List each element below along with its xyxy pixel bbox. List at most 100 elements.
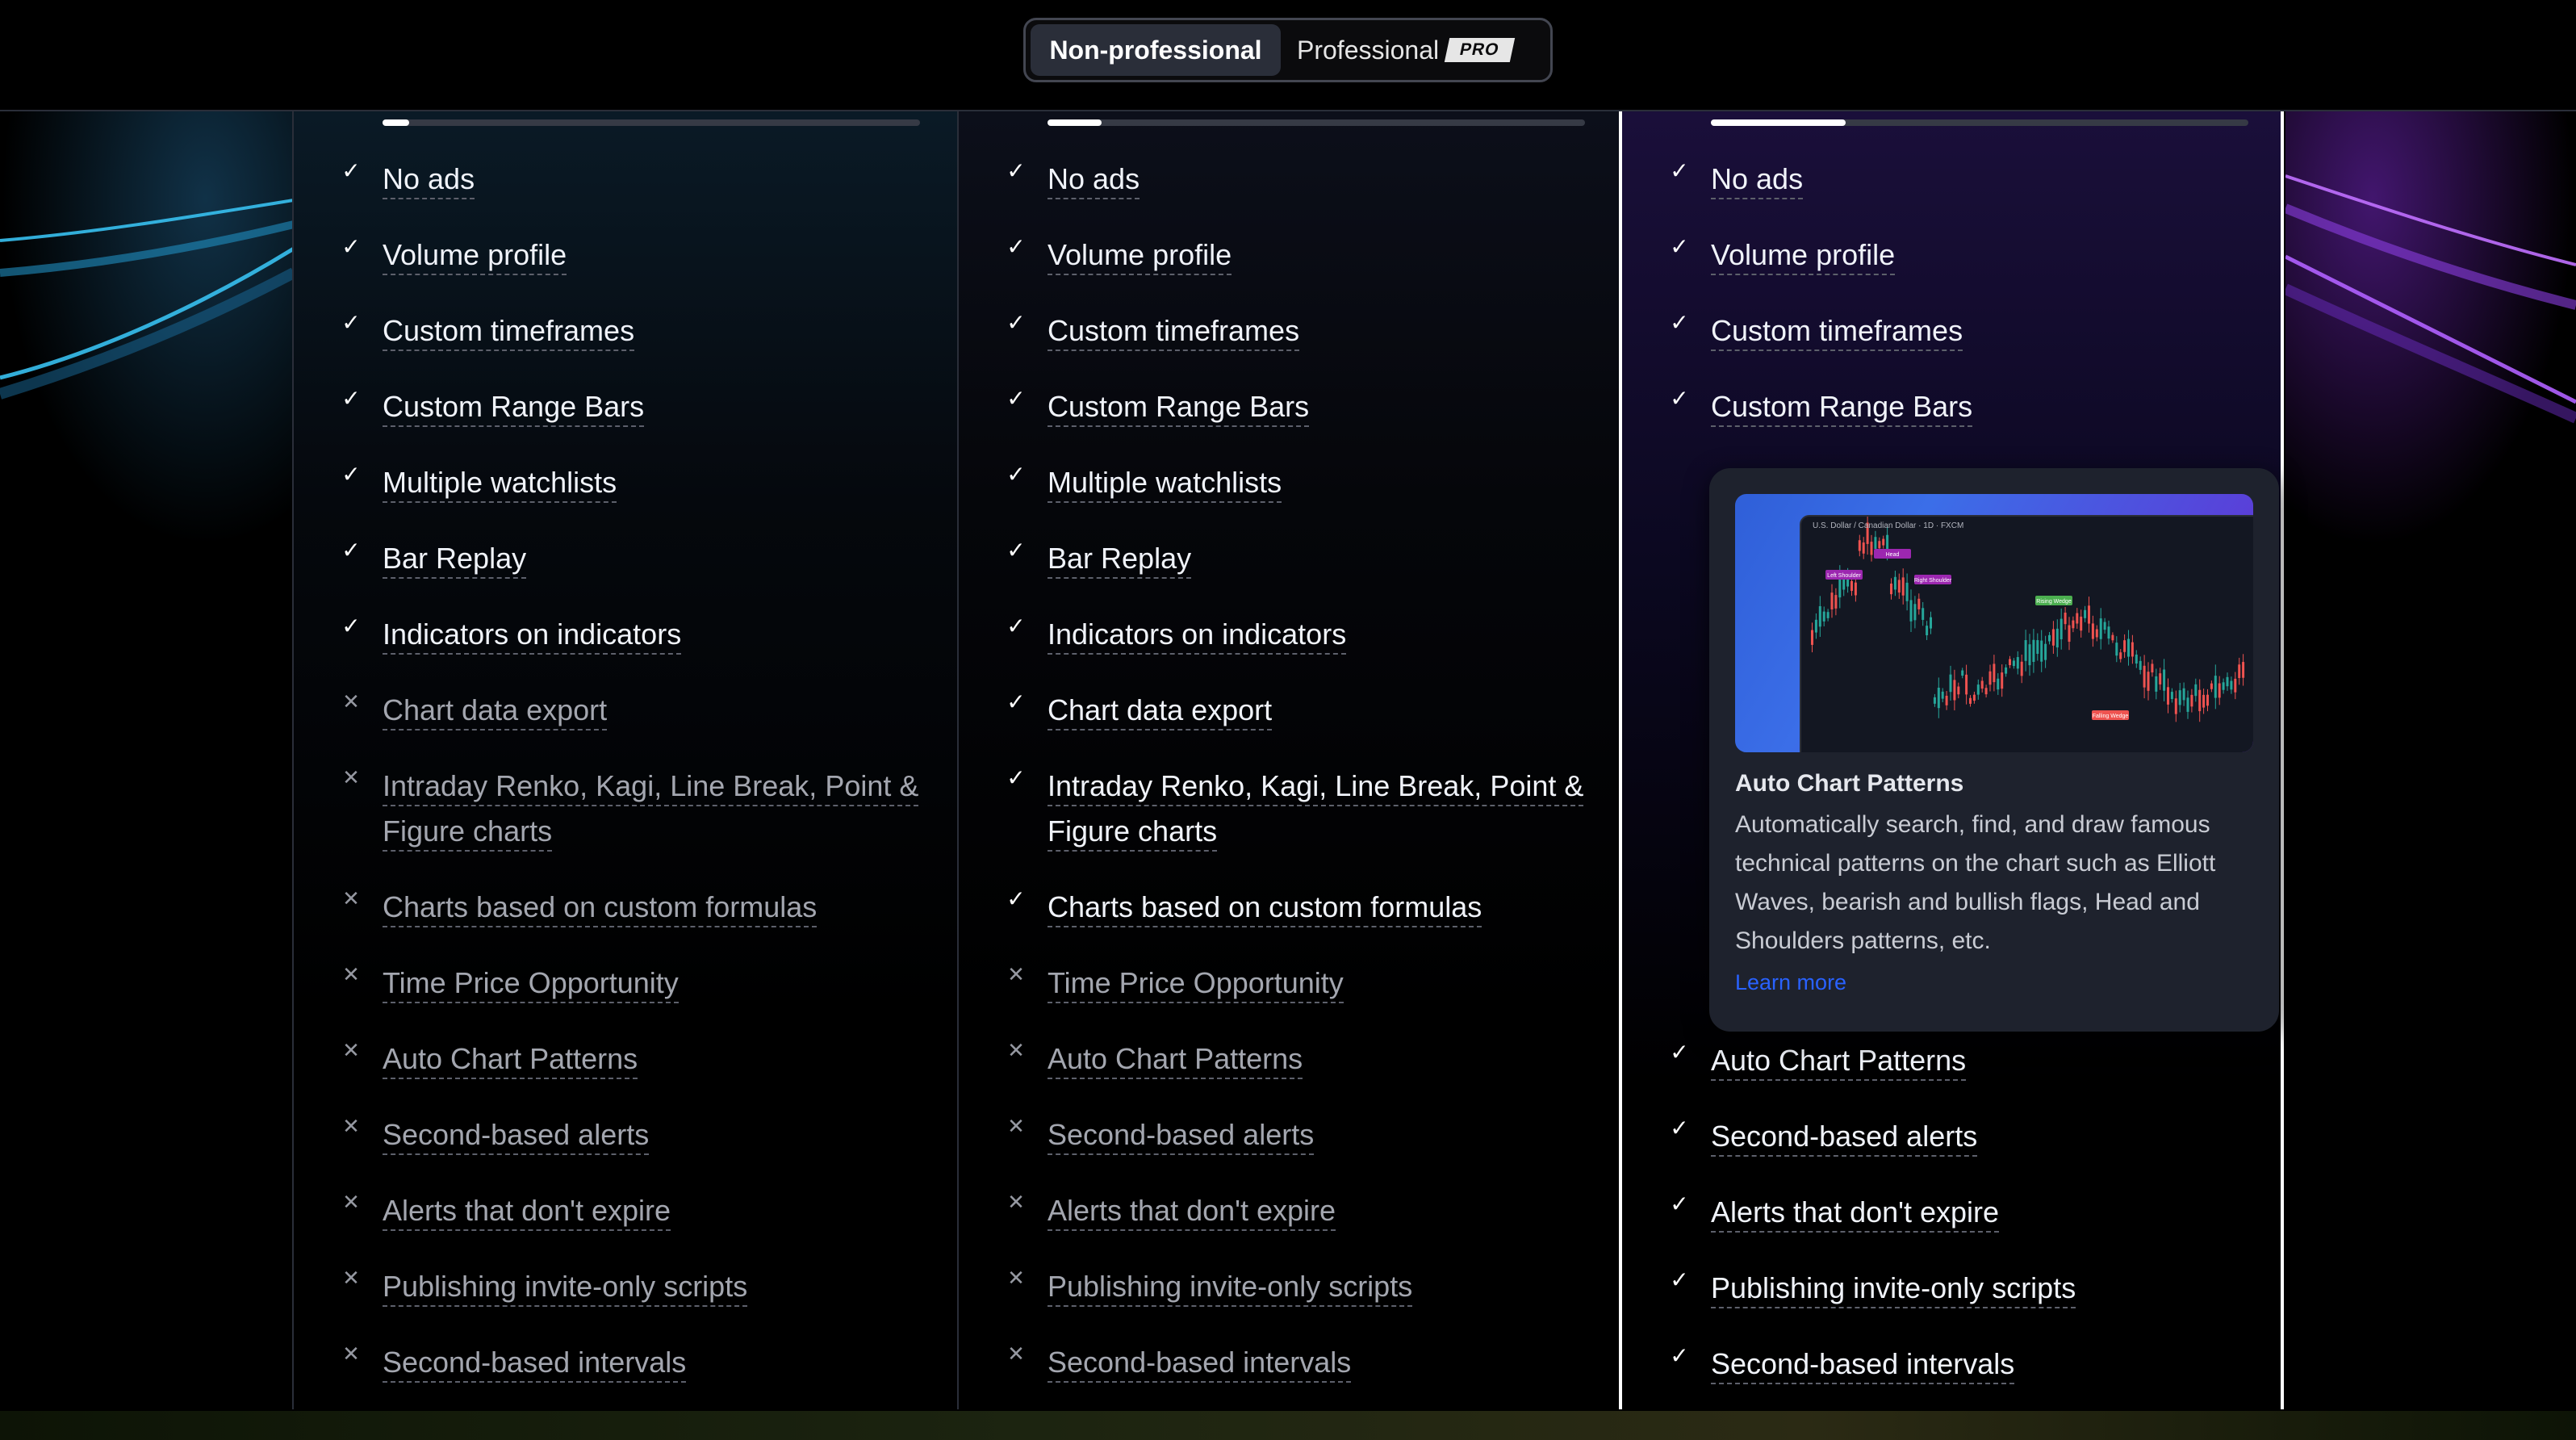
candle-body xyxy=(2072,620,2075,629)
candle-body xyxy=(2131,642,2134,657)
feature-label-text: Custom Range Bars xyxy=(383,390,645,427)
feature-label[interactable]: Alerts that don't expire xyxy=(1711,1190,2260,1235)
feature-label-text: Publishing invite-only scripts xyxy=(1048,1270,1413,1307)
candle-body xyxy=(2198,689,2202,712)
candle-body xyxy=(2088,605,2090,624)
feature-label[interactable]: Auto Chart Patterns xyxy=(1048,1036,1596,1082)
feature-label[interactable]: No ads xyxy=(383,157,931,202)
candle-body xyxy=(1926,626,1929,636)
feature-label[interactable]: Custom Range Bars xyxy=(1711,384,2260,429)
tooltip-preview-image: U.S. Dollar / Canadian Dollar · 1D · FXC… xyxy=(1735,494,2253,752)
feature-label[interactable]: Custom Range Bars xyxy=(383,384,931,429)
candle-body xyxy=(2186,697,2189,712)
check-icon: ✓ xyxy=(341,461,361,487)
non-professional-tab[interactable]: Non-professional xyxy=(1031,24,1281,76)
feature-row: ✕ Second-based intervals xyxy=(959,1340,1619,1388)
feature-row: ✓ Custom timeframes xyxy=(959,308,1619,357)
feature-label[interactable]: Second-based intervals xyxy=(1048,1340,1596,1385)
feature-label-text: Volume profile xyxy=(383,238,567,275)
feature-label[interactable]: No ads xyxy=(1711,157,2260,202)
feature-label-text: Second-based alerts xyxy=(1711,1120,1978,1157)
candle-body xyxy=(2226,676,2229,687)
feature-label[interactable]: Chart data export xyxy=(1048,688,1596,733)
learn-more-link[interactable]: Learn more xyxy=(1735,970,1846,995)
candle-body xyxy=(1905,582,1909,601)
feature-label[interactable]: Custom timeframes xyxy=(383,308,931,354)
feature-label[interactable]: Alerts that don't expire xyxy=(1048,1188,1596,1233)
candle-body xyxy=(1913,604,1917,621)
feature-label[interactable]: Second-based intervals xyxy=(383,1340,931,1385)
feature-label[interactable]: Publishing invite-only scripts xyxy=(383,1264,931,1309)
candle-body xyxy=(2048,634,2051,642)
feature-label[interactable]: Charts based on custom formulas xyxy=(1048,885,1596,930)
feature-label[interactable]: Second-based alerts xyxy=(1711,1114,2260,1159)
check-icon: ✓ xyxy=(341,613,361,638)
feature-label[interactable]: Chart data export xyxy=(383,688,931,733)
feature-label[interactable]: Custom timeframes xyxy=(1048,308,1596,354)
feature-label[interactable]: Time Price Opportunity xyxy=(383,961,931,1006)
cross-icon: ✕ xyxy=(1007,1113,1025,1138)
candle-body xyxy=(1988,671,1992,685)
feature-label[interactable]: Indicators on indicators xyxy=(1048,612,1596,657)
tooltip-title: Auto Chart Patterns xyxy=(1735,770,1964,797)
feature-label[interactable]: Multiple watchlists xyxy=(1048,460,1596,505)
feature-label-text: Time Price Opportunity xyxy=(383,966,679,1003)
feature-label[interactable]: Volume profile xyxy=(383,232,931,278)
feature-label[interactable]: Custom Range Bars xyxy=(1048,384,1596,429)
feature-label[interactable]: Indicators on indicators xyxy=(383,612,931,657)
feature-label-text: Bar Replay xyxy=(383,542,527,579)
candle-body xyxy=(1957,686,1960,695)
feature-label[interactable]: Custom timeframes xyxy=(1711,308,2260,354)
feature-label[interactable]: Auto Chart Patterns xyxy=(1711,1038,2260,1083)
candle-body xyxy=(1976,684,1980,695)
feature-row: ✓ Custom timeframes xyxy=(294,308,957,357)
candle-body xyxy=(2159,673,2162,684)
feature-row: ✓ No ads xyxy=(1622,157,2281,205)
candle-body xyxy=(2001,672,2004,689)
feature-label[interactable]: Auto Chart Patterns xyxy=(383,1036,931,1082)
candle-body xyxy=(2234,678,2237,693)
feature-label[interactable]: Second-based intervals xyxy=(1711,1342,2260,1387)
feature-label[interactable]: Intraday Renko, Kagi, Line Break, Point … xyxy=(1048,764,1596,854)
candle-body xyxy=(2103,622,2106,630)
professional-tab[interactable]: Professional PRO xyxy=(1297,24,1539,76)
check-icon: ✓ xyxy=(1006,233,1026,259)
cross-icon: ✕ xyxy=(1007,1341,1025,1366)
feature-label-text: Multiple watchlists xyxy=(1048,466,1282,503)
decorative-glow-right xyxy=(2285,111,2576,547)
feature-label[interactable]: Volume profile xyxy=(1711,232,2260,278)
candle-body xyxy=(2194,684,2198,697)
feature-label[interactable]: Alerts that don't expire xyxy=(383,1188,931,1233)
feature-label-text: Volume profile xyxy=(1711,238,1896,275)
feature-label-text: Second-based intervals xyxy=(1048,1346,1352,1383)
cross-icon: ✕ xyxy=(342,1265,360,1290)
feature-label[interactable]: Time Price Opportunity xyxy=(1048,961,1596,1006)
tier-progress-bar xyxy=(1048,119,1585,126)
feature-label[interactable]: Bar Replay xyxy=(383,536,931,581)
feature-label[interactable]: Publishing invite-only scripts xyxy=(1711,1266,2260,1311)
candle-body xyxy=(2084,609,2087,618)
feature-label[interactable]: Charts based on custom formulas xyxy=(383,885,931,930)
candle-body xyxy=(2028,644,2031,666)
feature-label[interactable]: No ads xyxy=(1048,157,1596,202)
feature-label[interactable]: Bar Replay xyxy=(1048,536,1596,581)
check-icon: ✓ xyxy=(1670,1342,1689,1368)
preview-chart-svg: Head Left Shoulder Right Shoulder Rising We… xyxy=(1811,512,2245,722)
candle-body xyxy=(2051,629,2055,646)
candle-body xyxy=(2210,683,2213,689)
feature-label[interactable]: Publishing invite-only scripts xyxy=(1048,1264,1596,1309)
check-icon: ✓ xyxy=(1006,157,1026,183)
feature-label[interactable]: Volume profile xyxy=(1048,232,1596,278)
candle-body xyxy=(1850,580,1853,592)
pro-badge: PRO xyxy=(1444,38,1515,62)
feature-row: ✓ Chart data export xyxy=(959,688,1619,736)
feature-label[interactable]: Multiple watchlists xyxy=(383,460,931,505)
feature-label[interactable]: Intraday Renko, Kagi, Line Break, Point … xyxy=(383,764,931,854)
candle-body xyxy=(2143,665,2146,688)
feature-label[interactable]: Second-based alerts xyxy=(383,1112,931,1157)
feature-label[interactable]: Second-based alerts xyxy=(1048,1112,1596,1157)
check-icon: ✓ xyxy=(1006,537,1026,563)
feature-label-text: No ads xyxy=(1048,162,1140,199)
candle-body xyxy=(2214,676,2217,698)
feature-label-text: Publishing invite-only scripts xyxy=(383,1270,748,1307)
